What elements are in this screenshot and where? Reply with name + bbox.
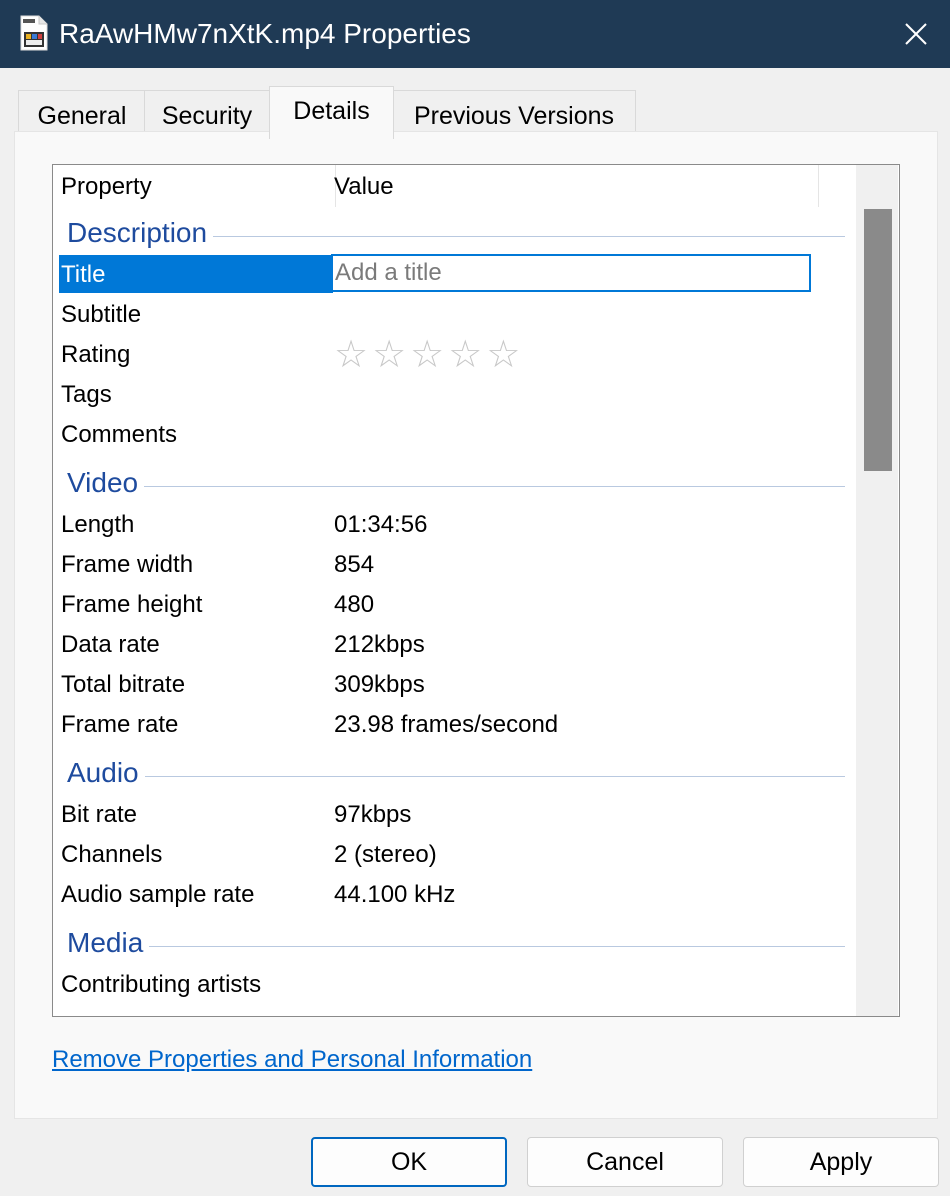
- group-header-video: Video: [53, 463, 845, 503]
- group-divider: [67, 486, 845, 487]
- remove-properties-link[interactable]: Remove Properties and Personal Informati…: [52, 1046, 532, 1074]
- star-icon[interactable]: ☆: [334, 334, 372, 376]
- property-name: Total bitrate: [61, 671, 186, 698]
- property-row-frame-rate[interactable]: Frame rate 23.98 frames/second: [53, 705, 845, 745]
- group-header-description: Description: [53, 213, 845, 253]
- cancel-button[interactable]: Cancel: [527, 1137, 723, 1187]
- property-name: Subtitle: [61, 301, 142, 328]
- group-label: Audio: [67, 753, 145, 793]
- star-icon[interactable]: ☆: [410, 334, 448, 376]
- group-header-audio: Audio: [53, 753, 845, 793]
- star-icon[interactable]: ☆: [448, 334, 486, 376]
- property-row-contributing-artists[interactable]: Contributing artists: [53, 965, 845, 1005]
- property-value: 2 (stereo): [334, 841, 437, 868]
- property-name: Channels: [61, 841, 163, 868]
- rating-stars[interactable]: ☆☆☆☆☆: [334, 335, 524, 375]
- tab-details[interactable]: Details: [269, 86, 394, 139]
- property-name: Contributing artists: [61, 971, 262, 998]
- property-name: Rating: [61, 341, 131, 368]
- title-bar: RaAwHMw7nXtK.mp4 Properties: [0, 0, 950, 68]
- property-row-length[interactable]: Length 01:34:56: [53, 505, 845, 545]
- property-row-audio-sample-rate[interactable]: Audio sample rate 44.100 kHz: [53, 875, 845, 915]
- property-value: 01:34:56: [334, 511, 428, 538]
- group-divider: [67, 946, 845, 947]
- star-icon[interactable]: ☆: [372, 334, 410, 376]
- property-name: Bit rate: [61, 801, 138, 828]
- tab-security[interactable]: Security: [144, 90, 270, 133]
- property-row-comments[interactable]: Comments: [53, 415, 845, 455]
- property-name: Data rate: [61, 631, 160, 658]
- ok-button[interactable]: OK: [311, 1137, 507, 1187]
- mp4-file-icon: [20, 15, 48, 51]
- column-header-property[interactable]: Property: [53, 165, 336, 207]
- property-value: 309kbps: [334, 671, 425, 698]
- property-value: 23.98 frames/second: [334, 711, 559, 738]
- property-name: Comments: [61, 421, 178, 448]
- property-row-title[interactable]: Title: [53, 254, 845, 295]
- property-value: 480: [334, 591, 375, 618]
- property-row-bit-rate[interactable]: Bit rate 97kbps: [53, 795, 845, 835]
- property-row-rating[interactable]: Rating ☆☆☆☆☆: [53, 335, 845, 375]
- group-header-media: Media: [53, 923, 845, 963]
- close-icon[interactable]: [896, 14, 936, 54]
- property-row-frame-width[interactable]: Frame width 854: [53, 545, 845, 585]
- apply-button[interactable]: Apply: [743, 1137, 939, 1187]
- group-label: Description: [67, 213, 214, 253]
- property-row-subtitle[interactable]: Subtitle: [53, 295, 845, 335]
- window-title: RaAwHMw7nXtK.mp4 Properties: [59, 18, 471, 49]
- property-row-data-rate[interactable]: Data rate 212kbps: [53, 625, 845, 665]
- column-header-value[interactable]: Value: [328, 165, 819, 207]
- property-value: 854: [334, 551, 375, 578]
- vertical-scrollbar[interactable]: [856, 165, 898, 1016]
- property-row-channels[interactable]: Channels 2 (stereo): [53, 835, 845, 875]
- tab-previous-versions[interactable]: Previous Versions: [392, 90, 636, 133]
- property-row-tags[interactable]: Tags: [53, 375, 845, 415]
- group-label: Media: [67, 923, 150, 963]
- property-value: 44.100 kHz: [334, 881, 456, 908]
- property-name: Audio sample rate: [61, 881, 255, 908]
- title-input[interactable]: [331, 254, 811, 292]
- property-name: Frame height: [61, 591, 203, 618]
- group-label: Video: [67, 463, 145, 503]
- property-row-total-bitrate[interactable]: Total bitrate 309kbps: [53, 665, 845, 705]
- property-name: Title: [61, 261, 106, 288]
- property-name: Length: [61, 511, 135, 538]
- property-value: 212kbps: [334, 631, 425, 658]
- property-row-frame-height[interactable]: Frame height 480: [53, 585, 845, 625]
- property-name: Tags: [61, 381, 112, 408]
- property-name: Frame rate: [61, 711, 179, 738]
- property-name: Frame width: [61, 551, 194, 578]
- property-value: 97kbps: [334, 801, 412, 828]
- tab-general[interactable]: General: [18, 90, 146, 133]
- star-icon[interactable]: ☆: [486, 334, 524, 376]
- properties-list[interactable]: Property Value Description Title Subtitl…: [52, 164, 900, 1017]
- group-divider: [67, 776, 845, 777]
- scrollbar-thumb[interactable]: [864, 209, 892, 471]
